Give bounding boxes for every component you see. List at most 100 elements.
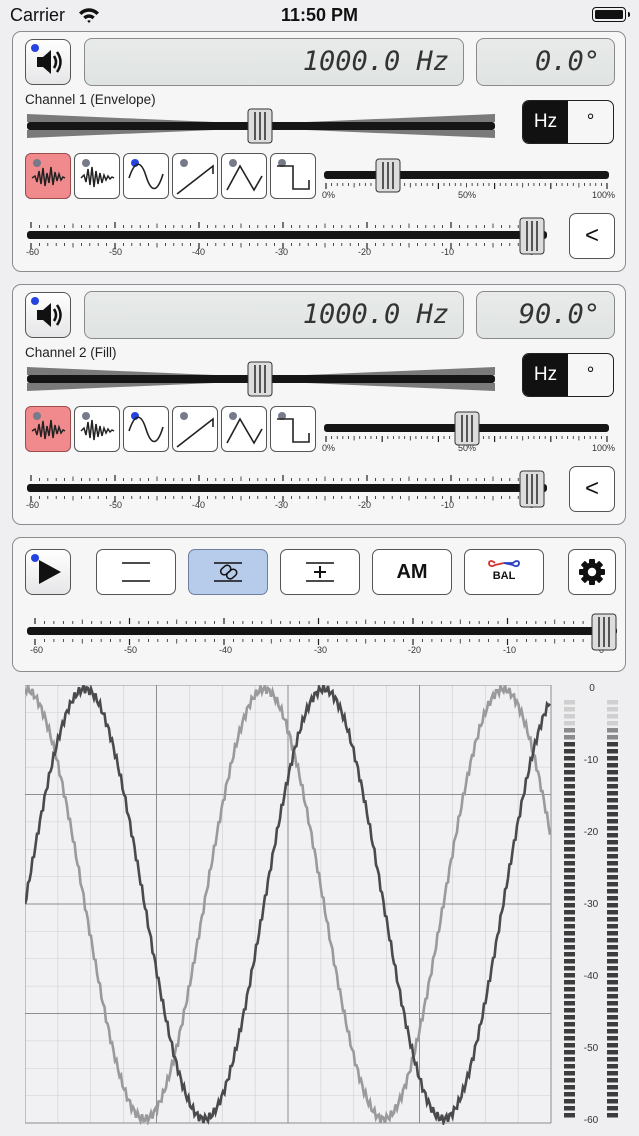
vu-meter-left-bar bbox=[564, 700, 575, 1118]
channel2-frequency-thumb bbox=[247, 361, 273, 397]
battery-icon bbox=[592, 7, 630, 22]
channel1-label: Channel 1 (Envelope) bbox=[25, 92, 156, 107]
channel2-frequency-slider[interactable] bbox=[25, 359, 497, 399]
sawtooth-waveform-button[interactable] bbox=[172, 153, 218, 199]
link-icon bbox=[214, 562, 242, 582]
channel2-active-indicator bbox=[31, 297, 39, 305]
level-tick: -20 bbox=[358, 247, 371, 257]
duty-tick-0: 0% bbox=[322, 190, 335, 200]
white-noise-waveform-button[interactable] bbox=[25, 153, 71, 199]
clock: 11:50 PM bbox=[280, 5, 359, 25]
sine-icon bbox=[128, 163, 164, 190]
white-noise-waveform-button[interactable] bbox=[25, 406, 71, 452]
master-tick: -50 bbox=[124, 645, 137, 655]
duty-tick-0: 0% bbox=[322, 443, 335, 453]
channel2-level-thumb bbox=[519, 470, 545, 508]
channel2-frequency-display[interactable]: 1000.0 Hz bbox=[84, 291, 464, 339]
triangle-icon bbox=[226, 164, 263, 192]
channel1-level-thumb bbox=[519, 217, 545, 255]
white-noise-icon bbox=[31, 419, 66, 440]
pink-noise-icon bbox=[80, 166, 115, 188]
level-tick: -60 bbox=[26, 247, 39, 257]
vu-scale-label: 0 bbox=[589, 683, 595, 694]
channel1-frequency-slider[interactable] bbox=[25, 106, 497, 146]
sine-waveform-button[interactable] bbox=[123, 406, 169, 452]
channel1-panel: 1000.0 Hz 0.0° Channel 1 (Envelope) Hz ° bbox=[12, 31, 626, 272]
channel1-frequency-thumb bbox=[247, 108, 273, 144]
square-waveform-button[interactable] bbox=[270, 153, 316, 199]
channel2-back-button[interactable]: < bbox=[569, 466, 615, 512]
channel1-unit-toggle[interactable]: Hz ° bbox=[522, 100, 614, 144]
square-waveform-button[interactable] bbox=[270, 406, 316, 452]
vu-scale-label: -50 bbox=[584, 1043, 599, 1054]
unit-hz-option[interactable]: Hz bbox=[523, 354, 568, 396]
level-tick: -40 bbox=[192, 247, 205, 257]
channel2-phase-display[interactable]: 90.0° bbox=[476, 291, 615, 339]
master-tick: -60 bbox=[30, 645, 43, 655]
pink-noise-waveform-button[interactable] bbox=[74, 153, 120, 199]
separate-mode-button[interactable] bbox=[96, 549, 176, 595]
vu-scale-label: -60 bbox=[584, 1115, 599, 1126]
channel2-label: Channel 2 (Fill) bbox=[25, 345, 117, 360]
status-bar: Carrier 11:50 PM bbox=[0, 0, 639, 32]
unit-degree-option[interactable]: ° bbox=[568, 101, 613, 143]
master-tick: -10 bbox=[503, 645, 516, 655]
channel1-level-slider[interactable]: -60 -50 -40 -30 -20 -10 0 bbox=[23, 214, 553, 260]
channel1-mute-button[interactable] bbox=[25, 39, 71, 85]
sum-mode-button[interactable] bbox=[280, 549, 360, 595]
channel2-duty-thumb bbox=[454, 411, 480, 446]
pink-noise-waveform-button[interactable] bbox=[74, 406, 120, 452]
level-tick: -50 bbox=[109, 500, 122, 510]
sum-icon bbox=[306, 562, 334, 582]
level-tick: -50 bbox=[109, 247, 122, 257]
white-noise-icon bbox=[31, 166, 66, 187]
level-tick: -40 bbox=[192, 500, 205, 510]
bal-label: BAL bbox=[492, 570, 516, 582]
triangle-waveform-button[interactable] bbox=[221, 153, 267, 199]
channel2-unit-toggle[interactable]: Hz ° bbox=[522, 353, 614, 397]
master-level-slider[interactable]: -60 -50 -40 -30 -20 -10 0 bbox=[23, 610, 621, 658]
settings-button[interactable] bbox=[568, 549, 616, 595]
channel1-active-indicator bbox=[31, 44, 39, 52]
level-tick: -30 bbox=[275, 500, 288, 510]
unit-hz-option[interactable]: Hz bbox=[523, 101, 568, 143]
channel1-duty-slider[interactable]: 0% 50% 100% bbox=[318, 156, 618, 200]
am-mode-button[interactable]: AM bbox=[372, 549, 452, 595]
master-panel: AM BAL -60 -50 -40 -30 -20 -10 bbox=[12, 537, 626, 672]
master-tick: -20 bbox=[408, 645, 421, 655]
triangle-waveform-button[interactable] bbox=[221, 406, 267, 452]
sawtooth-waveform-button[interactable] bbox=[172, 406, 218, 452]
vu-meter: 0 -10 -20 -30 -40 -50 -60 bbox=[564, 683, 618, 1126]
link-mode-button[interactable] bbox=[188, 549, 268, 595]
square-icon bbox=[277, 418, 310, 443]
play-button[interactable] bbox=[25, 549, 71, 595]
channel1-frequency-display[interactable]: 1000.0 Hz bbox=[84, 38, 464, 86]
square-icon bbox=[277, 165, 310, 190]
level-tick: -20 bbox=[358, 500, 371, 510]
master-level-thumb bbox=[591, 613, 617, 651]
channel2-level-slider[interactable]: -60 -50 -40 -30 -20 -10 0 bbox=[23, 467, 553, 513]
unit-degree-option[interactable]: ° bbox=[568, 354, 613, 396]
channel2-mute-button[interactable] bbox=[25, 292, 71, 338]
master-tick: -40 bbox=[219, 645, 232, 655]
vu-meter-right-bar bbox=[607, 700, 618, 1118]
pink-noise-icon bbox=[80, 419, 115, 441]
separate-icon bbox=[122, 562, 150, 582]
channel1-back-button[interactable]: < bbox=[569, 213, 615, 259]
bal-mode-button[interactable]: BAL bbox=[464, 549, 544, 595]
play-indicator bbox=[31, 554, 39, 562]
sine-icon bbox=[128, 416, 164, 443]
channel1-phase-display[interactable]: 0.0° bbox=[476, 38, 615, 86]
duty-tick-100: 100% bbox=[592, 190, 615, 200]
channel2-duty-slider[interactable]: 0% 50% 100% bbox=[318, 409, 618, 453]
sine-waveform-button[interactable] bbox=[123, 153, 169, 199]
vu-scale-label: -30 bbox=[584, 899, 599, 910]
sawtooth-icon bbox=[176, 164, 214, 195]
level-tick: -60 bbox=[26, 500, 39, 510]
vu-scale-label: -20 bbox=[584, 827, 599, 838]
duty-tick-50: 50% bbox=[458, 190, 476, 200]
master-tick: -30 bbox=[314, 645, 327, 655]
vu-scale-label: -10 bbox=[584, 755, 599, 766]
triangle-icon bbox=[226, 417, 263, 445]
channel2-panel: 1000.0 Hz 90.0° Channel 2 (Fill) Hz ° 0%… bbox=[12, 284, 626, 525]
